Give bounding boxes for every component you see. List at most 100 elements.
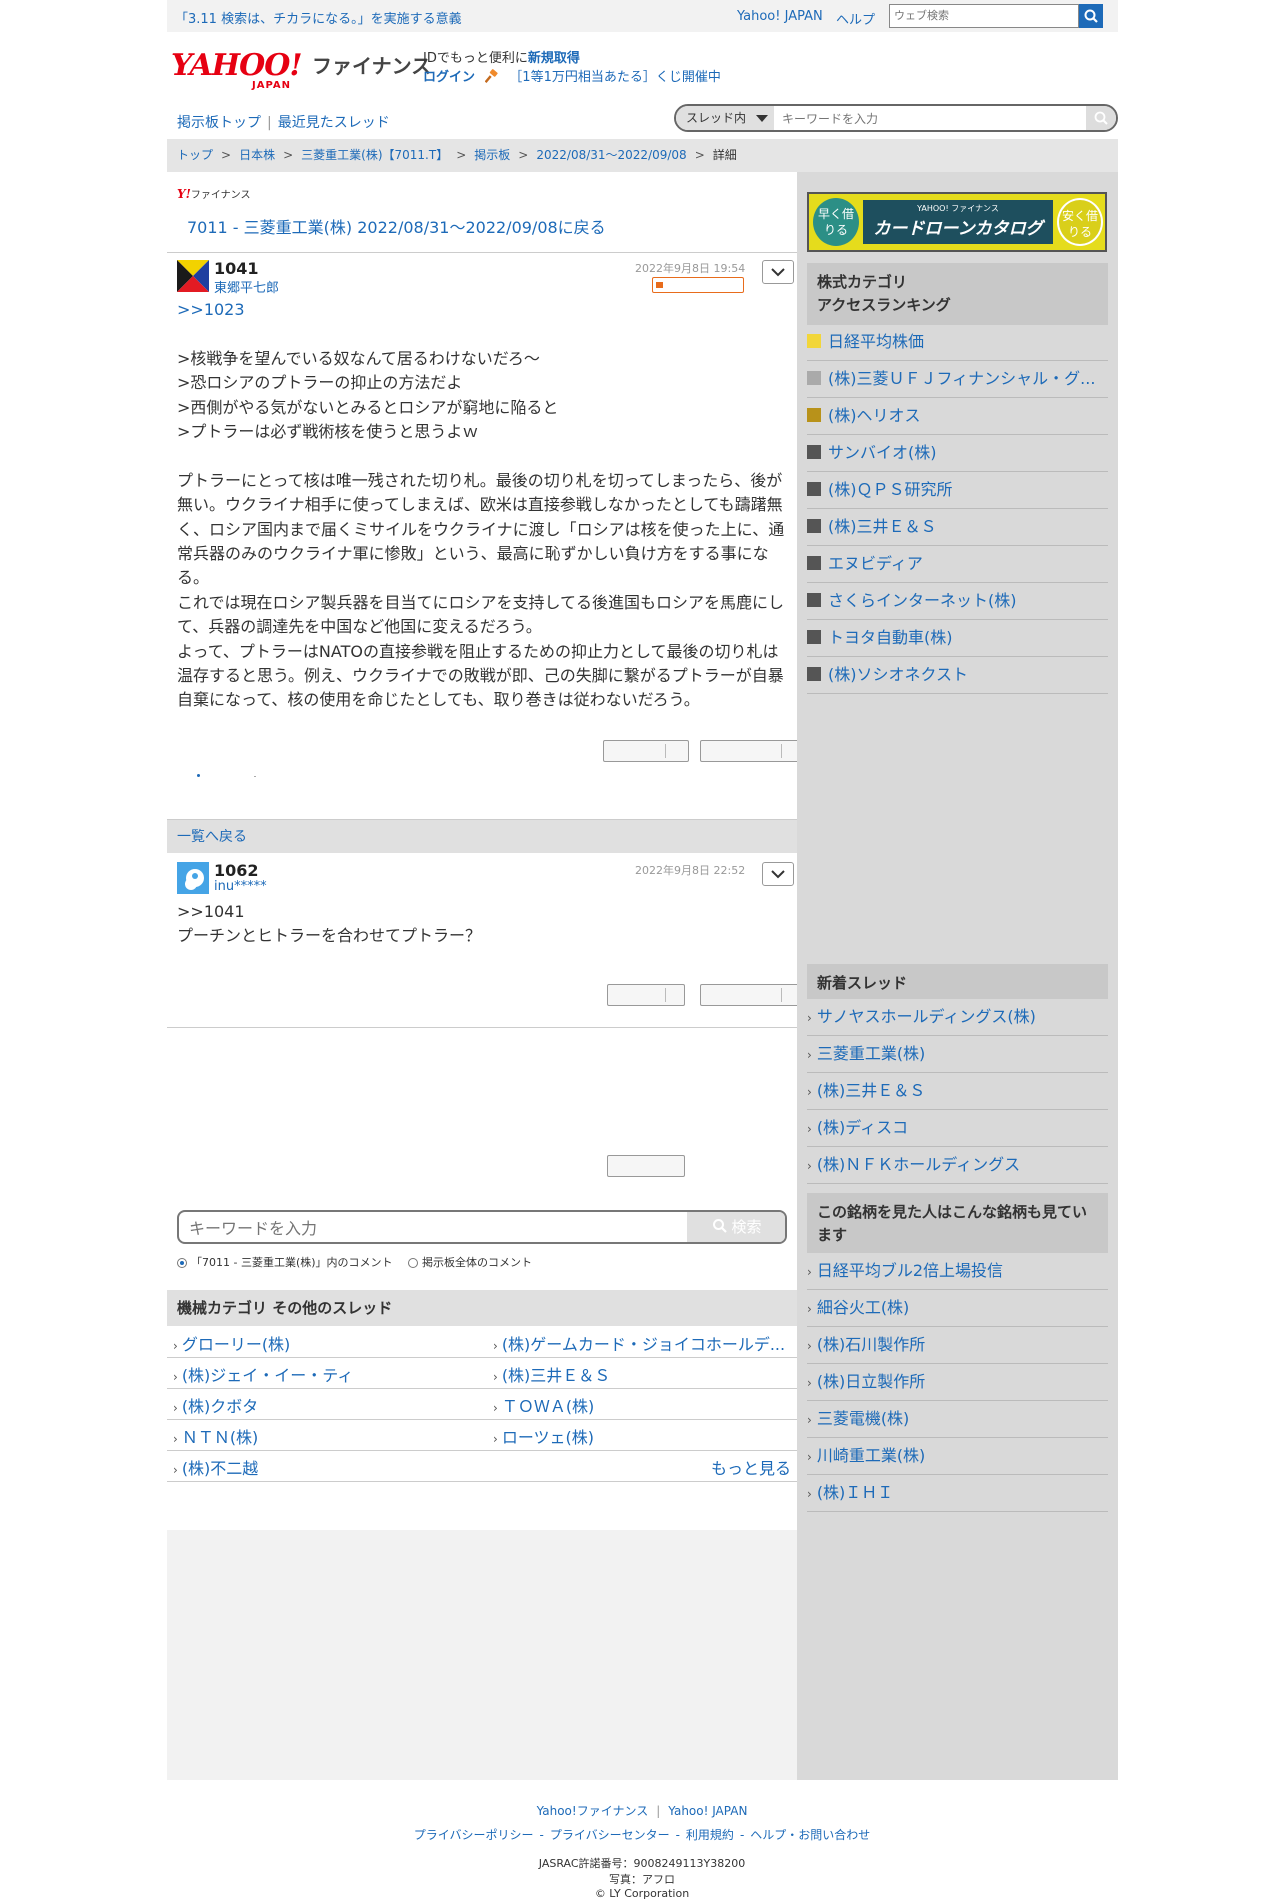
new-thread-link[interactable]: (株)ディスコ	[807, 1110, 1108, 1147]
ranking-item[interactable]: (株)ソシオネクスト	[807, 657, 1108, 694]
breadcrumb-top[interactable]: トップ	[177, 148, 213, 162]
radio-all-comments[interactable]	[408, 1258, 419, 1268]
other-thread-link[interactable]: グローリー(株)	[173, 1331, 471, 1355]
new-threads-list: サノヤスホールディングス(株)三菱重工業(株)(株)三井Ｅ＆Ｓ(株)ディスコ(株…	[807, 999, 1108, 1184]
dislike-button[interactable]	[700, 740, 804, 762]
also-viewed-link[interactable]: (株)石川製作所	[807, 1327, 1108, 1364]
also-viewed-link[interactable]: 川崎重工業(株)	[807, 1438, 1108, 1475]
breadcrumb-current: 詳細	[712, 148, 737, 162]
also-viewed-link[interactable]: 日経平均ブル2倍上場投信	[807, 1253, 1108, 1290]
comment-menu-button[interactable]	[762, 862, 794, 886]
other-thread-link[interactable]: (株)三井Ｅ＆Ｓ	[493, 1362, 791, 1386]
ranking-item[interactable]: 日経平均株価	[807, 324, 1108, 361]
dislike-button-1062[interactable]	[700, 984, 802, 1006]
other-thread-link[interactable]: (株)クボタ	[173, 1393, 471, 1417]
like-button[interactable]	[603, 740, 689, 762]
yahoo-japan-link[interactable]: Yahoo! JAPAN	[737, 9, 823, 24]
other-thread-link[interactable]: ローツェ(株)	[493, 1424, 791, 1448]
ranking-item[interactable]: サンバイオ(株)	[807, 435, 1108, 472]
board-top-link[interactable]: 掲示板トップ	[177, 115, 261, 131]
other-thread-link[interactable]: ＮＴＮ(株)	[173, 1424, 471, 1448]
divider	[167, 1419, 797, 1420]
footer-yahoo-japan-link[interactable]: Yahoo! JAPAN	[668, 1804, 747, 1818]
also-viewed-link[interactable]: 三菱電機(株)	[807, 1401, 1108, 1438]
comment-search-button[interactable]: 検索	[687, 1212, 785, 1242]
rank-marker	[807, 334, 821, 348]
footer-links-secondary: プライバシーポリシー - プライバシーセンター - 利用規約 - ヘルプ・お問い合わせ	[0, 1826, 1284, 1843]
web-search-button[interactable]	[1079, 4, 1103, 28]
comment-search-input[interactable]	[187, 1216, 671, 1240]
card-loan-ad-banner[interactable]: 早く借りる YAHOO! ファイナンス カードローンカタログ 安く借りる	[807, 192, 1107, 252]
id-promo: IDでもっと便利に新規取得	[423, 47, 580, 66]
more-threads-link[interactable]: もっと見る	[493, 1455, 791, 1479]
other-thread-link[interactable]: (株)ジェイ・イー・ティ	[173, 1362, 471, 1386]
ranking-item[interactable]: さくらインターネット(株)	[807, 583, 1108, 620]
comment-line: >西側がやる気がないとみるとロシアが窮地に陥ると	[177, 397, 559, 417]
footer-yahoo-finance-link[interactable]: Yahoo!ファイナンス	[537, 1804, 649, 1818]
ranking-item[interactable]: (株)三菱ＵＦＪフィナンシャル・グ...	[807, 361, 1108, 398]
also-viewed-link[interactable]: (株)日立製作所	[807, 1364, 1108, 1401]
web-search-input[interactable]	[890, 5, 1078, 25]
like-button-1062[interactable]	[607, 984, 685, 1006]
footer-privacy-link[interactable]: プライバシーポリシー	[414, 1828, 534, 1842]
search-scope-radios: 「7011 - 三菱重工業(株)」内のコメント 掲示板全体のコメント	[177, 1254, 532, 1270]
thread-search-button[interactable]	[1086, 106, 1116, 130]
also-viewed-link[interactable]: 細谷火工(株)	[807, 1290, 1108, 1327]
main-column: Y!ファイナンス 7011 - 三菱重工業(株) 2022/08/31〜2022…	[167, 172, 804, 1780]
comment-username[interactable]: inu*****	[214, 879, 267, 894]
also-viewed-link[interactable]: (株)ＩＨＩ	[807, 1475, 1108, 1512]
also-viewed-heading: この銘柄を見た人はこんな銘柄も見ています	[807, 1193, 1108, 1253]
breadcrumb-japan-stocks[interactable]: 日本株	[239, 148, 275, 162]
other-thread-link[interactable]: (株)ゲームカード・ジョイコホールデ...	[493, 1331, 791, 1355]
new-thread-link[interactable]: (株)三井Ｅ＆Ｓ	[807, 1073, 1108, 1110]
new-thread-link[interactable]: 三菱重工業(株)	[807, 1036, 1108, 1073]
reply-anchor-link[interactable]: >>1023	[177, 298, 787, 322]
back-to-thread-link[interactable]: 7011 - 三菱重工業(株) 2022/08/31〜2022/09/08に戻る	[187, 214, 606, 238]
ranking-item[interactable]: (株)三井Ｅ＆Ｓ	[807, 509, 1108, 546]
breadcrumb-company[interactable]: 三菱重工業(株)【7011.T】	[301, 148, 448, 162]
loading-dot	[197, 774, 200, 777]
signup-link[interactable]: 新規取得	[528, 51, 580, 66]
new-thread-link[interactable]: (株)ＮＦＫホールディングス	[807, 1147, 1108, 1184]
ranking-heading-line1: 株式カテゴリ	[817, 273, 908, 291]
ranking-item-label: 日経平均株価	[828, 332, 925, 351]
announcement-link[interactable]: 「3.11 検索は、チカラになる。」を実施する意義	[175, 8, 462, 27]
footer-separator: -	[539, 1828, 544, 1842]
footer-terms-link[interactable]: 利用規約	[686, 1828, 734, 1842]
ranking-item[interactable]: エヌビディア	[807, 546, 1108, 583]
breadcrumb-board[interactable]: 掲示板	[474, 148, 510, 162]
recent-threads-link[interactable]: 最近見たスレッド	[278, 115, 390, 131]
thread-search-input[interactable]	[780, 108, 1084, 130]
web-search-box	[889, 4, 1079, 28]
ranking-item[interactable]: トヨタ自動車(株)	[807, 620, 1108, 657]
ranking-item[interactable]: (株)ヘリオス	[807, 398, 1108, 435]
other-thread-link[interactable]: (株)不二越	[173, 1455, 471, 1479]
mini-logo-y: Y!	[177, 187, 191, 201]
breadcrumb-period[interactable]: 2022/08/31〜2022/09/08	[536, 148, 686, 162]
footer-separator: |	[656, 1804, 661, 1818]
search-icon	[713, 1219, 728, 1233]
help-link[interactable]: ヘルプ	[836, 9, 875, 28]
footer-help-link[interactable]: ヘルプ・お問い合わせ	[750, 1828, 870, 1842]
ranking-item-label: サンバイオ(株)	[828, 443, 937, 462]
back-to-list-link[interactable]: 一覧へ戻る	[177, 829, 247, 845]
comment-menu-button[interactable]	[762, 260, 794, 284]
divider	[167, 1450, 797, 1451]
like-button[interactable]	[607, 1155, 685, 1177]
ranking-heading-line2: アクセスランキング	[817, 296, 951, 314]
ranking-item-label: (株)ＱＰＳ研究所	[828, 480, 953, 499]
thread-search-box: スレッド内	[674, 104, 1118, 132]
right-sidebar: 早く借りる YAHOO! ファイナンス カードローンカタログ 安く借りる 株式カ…	[797, 172, 1118, 1780]
login-link[interactable]: ログイン	[423, 70, 475, 85]
radio-thread-comments[interactable]	[177, 1258, 187, 1268]
comment-line: これでは現在ロシア製兵器を目当てにロシアを支持してる後進国もロシアを馬鹿にし	[177, 592, 785, 612]
footer-privacy-center-link[interactable]: プライバシーセンター	[550, 1828, 670, 1842]
kuji-link[interactable]: ［1等1万円相当あたる］くじ開催中	[509, 70, 721, 85]
ranking-item-label: (株)三菱ＵＦＪフィナンシャル・グ...	[828, 369, 1096, 388]
breadcrumb: トップ > 日本株 > 三菱重工業(株)【7011.T】 > 掲示板 >2022/08/31〜…	[167, 139, 1118, 172]
yahoo-finance-logo[interactable]: YAHOO! JAPAN ファイナンス	[171, 48, 431, 91]
comment-username[interactable]: 東郷平七郎	[214, 277, 279, 296]
new-thread-link[interactable]: サノヤスホールディングス(株)	[807, 999, 1108, 1036]
ranking-item[interactable]: (株)ＱＰＳ研究所	[807, 472, 1108, 509]
other-thread-link[interactable]: ＴＯＷＡ(株)	[493, 1393, 791, 1417]
